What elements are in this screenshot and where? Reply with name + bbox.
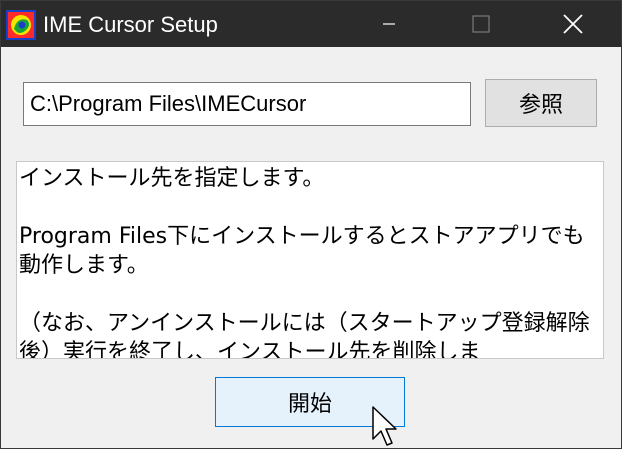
maximize-button[interactable] (451, 1, 511, 47)
browse-button[interactable]: 参照 (485, 79, 597, 127)
window-title: IME Cursor Setup (43, 12, 218, 37)
app-icon (6, 10, 36, 40)
description-line-1: インストール先を指定します。 (19, 166, 325, 191)
minimize-button[interactable] (359, 1, 419, 47)
description-line-3: （なお、アンインストールには（スタートアップ登録解除後）実行を終了し、インストー… (19, 311, 590, 359)
minimize-icon (383, 23, 395, 25)
description-line-2: Program Files下にインストールするとストアアプリでも動作します。 (19, 224, 585, 278)
maximize-icon (472, 15, 490, 33)
description-text: インストール先を指定します。 Program Files下にインストールするとス… (16, 161, 604, 359)
mouse-pointer-icon (372, 406, 397, 446)
title-bar[interactable]: IME Cursor Setup (1, 1, 621, 47)
setup-window: IME Cursor Setup 参照 インストール先を指定します。 Progr… (0, 0, 622, 449)
close-icon (563, 14, 583, 34)
close-button[interactable] (543, 1, 603, 47)
install-path-input[interactable] (23, 82, 471, 126)
